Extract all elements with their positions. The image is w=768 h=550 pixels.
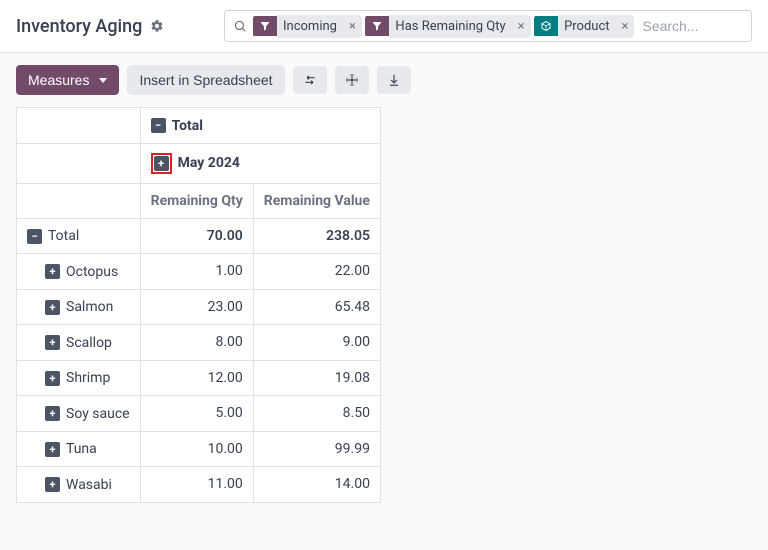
cell-val: 8.50: [253, 396, 380, 432]
insert-spreadsheet-button[interactable]: Insert in Spreadsheet: [127, 65, 284, 95]
highlight-box: [151, 153, 172, 174]
cell-qty: 10.00: [140, 431, 253, 467]
measure-header-qty[interactable]: Remaining Qty: [140, 183, 253, 218]
measures-button[interactable]: Measures: [16, 65, 119, 95]
row-label: Salmon: [66, 299, 113, 315]
row-total-label: Total: [48, 228, 79, 244]
remove-tag-button[interactable]: ×: [616, 15, 635, 38]
cell-qty: 23.00: [140, 289, 253, 325]
search-icon: [233, 19, 247, 33]
page-title: Inventory Aging: [16, 16, 142, 37]
expand-icon: [45, 477, 60, 492]
header: Inventory Aging Incoming× Has Remaining …: [0, 0, 768, 53]
cell-total-qty: 70.00: [140, 218, 253, 254]
expand-icon: [345, 73, 359, 87]
expand-icon: [45, 406, 60, 421]
row-header[interactable]: Salmon: [17, 289, 141, 325]
col-total-label: Total: [172, 118, 203, 134]
collapse-icon: [27, 229, 42, 244]
row-label: Octopus: [66, 264, 118, 280]
row-header[interactable]: Octopus: [17, 254, 141, 290]
table-row: Soy sauce 5.008.50: [17, 396, 381, 432]
expand-icon: [45, 335, 60, 350]
col-group-label: May 2024: [178, 155, 240, 171]
col-group-header[interactable]: May 2024: [140, 143, 380, 183]
cell-qty: 5.00: [140, 396, 253, 432]
expand-icon: [45, 264, 60, 279]
table-row: Scallop 8.009.00: [17, 325, 381, 361]
cell-val: 22.00: [253, 254, 380, 290]
row-header[interactable]: Soy sauce: [17, 396, 141, 432]
search-input[interactable]: [640, 17, 743, 35]
filter-tag: Has Remaining Qty×: [365, 15, 530, 38]
corner-cell: [17, 143, 141, 183]
filter-tag-label: Product: [558, 15, 615, 38]
cell-val: 99.99: [253, 431, 380, 467]
download-icon: [387, 73, 401, 87]
cell-qty: 11.00: [140, 467, 253, 503]
table-row: Salmon 23.0065.48: [17, 289, 381, 325]
col-total-header[interactable]: Total: [140, 108, 380, 144]
row-header[interactable]: Wasabi: [17, 467, 141, 503]
pivot-table-wrap: Total May 2024 Remaining Qty: [0, 107, 768, 519]
filter-icon: [253, 16, 277, 36]
measure-header-val[interactable]: Remaining Value: [253, 183, 380, 218]
cell-val: 19.08: [253, 360, 380, 396]
row-label: Wasabi: [66, 477, 112, 493]
title-area: Inventory Aging: [16, 16, 216, 37]
expand-icon: [45, 300, 60, 315]
cell-qty: 8.00: [140, 325, 253, 361]
table-row: Octopus 1.0022.00: [17, 254, 381, 290]
row-label: Scallop: [66, 335, 112, 351]
table-row: Shrimp 12.0019.08: [17, 360, 381, 396]
filter-tag-label: Incoming: [277, 15, 343, 38]
filter-tag: Product×: [534, 15, 634, 38]
row-label: Tuna: [66, 441, 97, 457]
table-row: Tuna 10.0099.99: [17, 431, 381, 467]
row-label: Shrimp: [66, 370, 110, 386]
corner-cell: [17, 108, 141, 144]
pivot-table: Total May 2024 Remaining Qty: [16, 107, 381, 503]
row-header[interactable]: Shrimp: [17, 360, 141, 396]
swap-icon: [303, 73, 317, 87]
cell-qty: 12.00: [140, 360, 253, 396]
expand-icon: [154, 156, 169, 171]
cube-icon: [534, 16, 558, 36]
expand-icon: [45, 371, 60, 386]
collapse-icon: [151, 118, 166, 133]
download-button[interactable]: [377, 66, 411, 94]
cell-val: 14.00: [253, 467, 380, 503]
insert-label: Insert in Spreadsheet: [139, 72, 272, 88]
search-bar[interactable]: Incoming× Has Remaining Qty× Product×: [224, 10, 752, 42]
filter-tag-label: Has Remaining Qty: [389, 15, 511, 38]
row-header[interactable]: Tuna: [17, 431, 141, 467]
table-row: Wasabi 11.0014.00: [17, 467, 381, 503]
corner-cell: [17, 183, 141, 218]
measures-label: Measures: [28, 72, 89, 88]
row-header[interactable]: Scallop: [17, 325, 141, 361]
cell-val: 9.00: [253, 325, 380, 361]
filter-icon: [365, 16, 389, 36]
row-label: Soy sauce: [66, 406, 130, 422]
toolbar: Measures Insert in Spreadsheet: [0, 53, 768, 107]
expand-icon: [45, 442, 60, 457]
expand-all-button[interactable]: [335, 66, 369, 94]
cell-val: 65.48: [253, 289, 380, 325]
flip-axis-button[interactable]: [293, 66, 327, 94]
remove-tag-button[interactable]: ×: [512, 15, 531, 38]
cell-total-val: 238.05: [253, 218, 380, 254]
row-total: Total 70.00 238.05: [17, 218, 381, 254]
remove-tag-button[interactable]: ×: [343, 15, 362, 38]
cell-qty: 1.00: [140, 254, 253, 290]
row-total-header[interactable]: Total: [17, 218, 141, 254]
filter-tag: Incoming×: [253, 15, 362, 38]
gear-icon[interactable]: [150, 19, 164, 33]
